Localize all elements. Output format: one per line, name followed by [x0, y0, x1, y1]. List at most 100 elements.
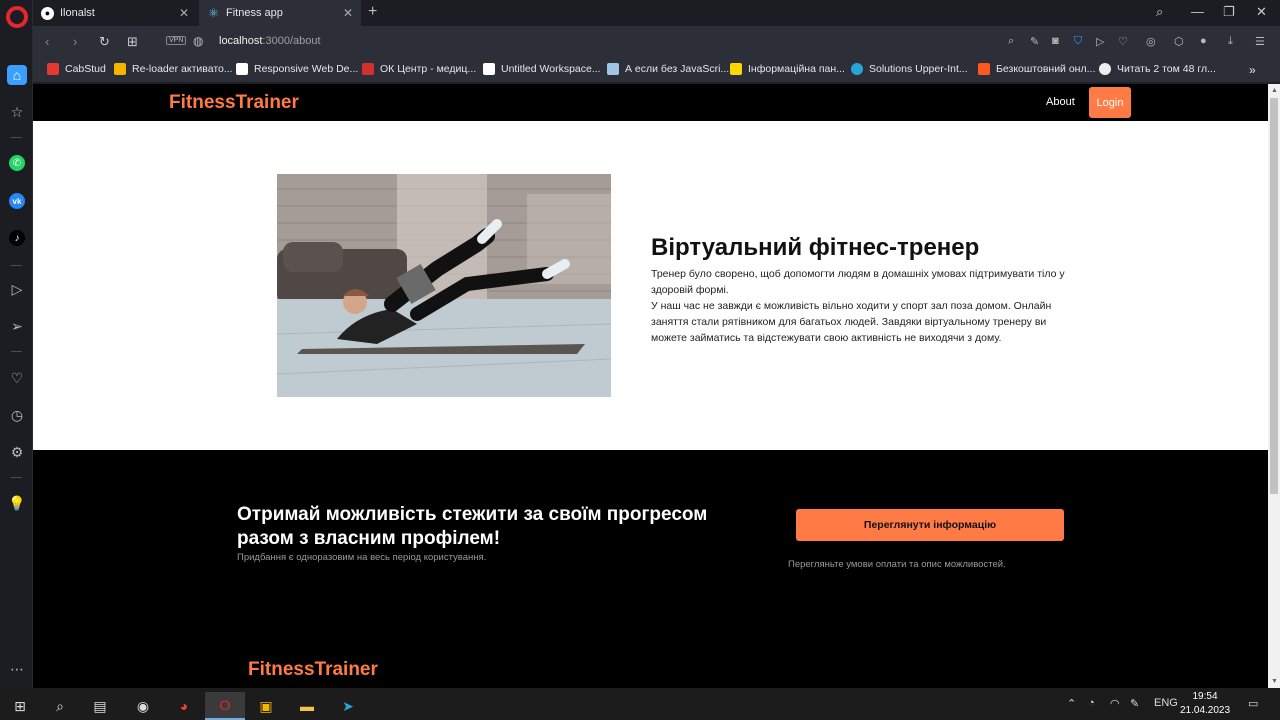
bookmark-item[interactable]: CabStud: [47, 63, 106, 75]
tray-wifi-icon[interactable]: ◠: [1110, 697, 1120, 710]
vpn-badge[interactable]: VPN: [166, 36, 187, 45]
telegram-icon[interactable]: ➤: [328, 692, 368, 720]
scroll-down-icon[interactable]: ▼: [1271, 678, 1278, 685]
bookmark-item[interactable]: А если без JavaScri...: [607, 63, 729, 75]
url-input[interactable]: localhost:3000/about: [219, 35, 321, 47]
bookmark-icon: [607, 63, 619, 75]
chrome-icon[interactable]: ◕: [164, 692, 204, 720]
profile-icon[interactable]: ●: [1200, 35, 1207, 47]
camera-icon[interactable]: ◙: [1052, 35, 1059, 47]
language-indicator[interactable]: ENG: [1154, 697, 1178, 709]
opera-icon[interactable]: O: [205, 692, 245, 720]
bookmark-item[interactable]: Solutions Upper-Int...: [851, 63, 968, 75]
tab-fitness-app[interactable]: ⚛ Fitness app ✕: [199, 0, 361, 26]
close-window-icon[interactable]: ✕: [1256, 4, 1267, 20]
windows-taskbar: ⊞ ⌕ ▤ ◉ ◕ O ▣ ▬ ➤ ⌃ ◔ ◠ ✎ ENG 19:54 21.0…: [0, 688, 1280, 720]
windows-start-icon[interactable]: ⊞: [0, 692, 40, 720]
bookmark-icon: [236, 63, 248, 75]
cta-note: Перегляньте умови оплати та опис можливо…: [788, 559, 1006, 570]
download-icon[interactable]: ⤓: [1228, 35, 1233, 48]
notifications-icon[interactable]: ▭: [1248, 697, 1258, 710]
view-info-button[interactable]: Переглянути інформацію: [796, 509, 1064, 541]
app-icon[interactable]: ◉: [123, 692, 163, 720]
bookmark-icon: [362, 63, 374, 75]
restore-icon[interactable]: ❐: [1223, 4, 1235, 20]
hero-title: Віртуальний фітнес-тренер: [651, 234, 980, 261]
send-icon[interactable]: ▷: [1096, 35, 1104, 48]
reload-icon[interactable]: ↻: [99, 34, 110, 50]
bookmark-label: Інформаційна пан...: [748, 63, 845, 75]
extension-icon[interactable]: ◎: [1146, 35, 1156, 48]
taskbar-clock[interactable]: 19:54 21.04.2023: [1180, 690, 1230, 718]
close-tab-icon[interactable]: ✕: [343, 6, 353, 20]
tab-github[interactable]: ● Ilonalst ✕: [33, 0, 197, 26]
search-icon[interactable]: ⌕: [1008, 35, 1014, 48]
cube-icon[interactable]: ⬡: [1174, 35, 1184, 48]
tiktok-icon[interactable]: ♪: [9, 230, 25, 246]
site-logo[interactable]: FitnessTrainer: [169, 92, 299, 114]
bookmark-item[interactable]: Безкоштовний онл...: [978, 63, 1095, 75]
vk-icon[interactable]: vk: [9, 193, 25, 209]
new-tab-icon[interactable]: +: [368, 3, 377, 21]
hero-image: [277, 174, 611, 397]
tray-pen-icon[interactable]: ✎: [1130, 697, 1139, 710]
bookmark-icon: [1099, 63, 1111, 75]
task-view-icon[interactable]: ▤: [80, 692, 120, 720]
scrollbar-thumb[interactable]: [1270, 98, 1278, 494]
browser-sidebar: ⌂ ☆ ✆ vk ♪ ▷ ➢ ♡ ◷ ⚙ 💡 ⋯: [0, 0, 33, 688]
forward-icon[interactable]: ›: [73, 34, 77, 49]
tabs-grid-icon[interactable]: ⊞: [127, 34, 138, 50]
bookmark-icon: [47, 63, 59, 75]
tab-label: Ilonalst: [60, 7, 95, 19]
footer-logo[interactable]: FitnessTrainer: [248, 659, 378, 681]
bookmark-label: ОК Центр - медиц...: [380, 63, 477, 75]
home-icon[interactable]: ⌂: [7, 65, 27, 85]
minimize-icon[interactable]: —: [1191, 4, 1204, 19]
cta-section: Отримай можливість стежити за своїм прог…: [33, 450, 1268, 688]
whatsapp-icon[interactable]: ✆: [9, 155, 25, 171]
url-path: :3000/about: [262, 35, 321, 47]
search-icon[interactable]: ⌕: [40, 692, 80, 720]
web-page: FitnessTrainer About Login Віртуальний ф…: [33, 84, 1268, 688]
page-scrollbar[interactable]: ▲ ▼: [1268, 84, 1280, 688]
player-icon[interactable]: ▷: [7, 279, 27, 299]
login-button[interactable]: Login: [1089, 87, 1131, 118]
more-bookmarks-icon[interactable]: »: [1249, 63, 1256, 77]
tray-network-icon[interactable]: ◔: [1088, 697, 1095, 709]
url-host: localhost: [219, 35, 263, 47]
opera-logo-icon[interactable]: [6, 6, 28, 28]
bookmark-item[interactable]: Читать 2 том 48 гл...: [1099, 63, 1216, 75]
star-icon[interactable]: ☆: [7, 102, 27, 122]
bookmark-item[interactable]: Responsive Web De...: [236, 63, 358, 75]
history-icon[interactable]: ◷: [7, 405, 27, 425]
bookmark-icon: [483, 63, 495, 75]
lightbulb-icon[interactable]: 💡: [7, 493, 27, 513]
webstorm-icon[interactable]: ▣: [246, 692, 286, 720]
tab-label: Fitness app: [226, 7, 283, 19]
edit-icon[interactable]: ✎: [1030, 35, 1039, 48]
search-tabs-icon[interactable]: ⌕: [1156, 4, 1163, 20]
nav-about-link[interactable]: About: [1046, 96, 1075, 108]
bookmark-item[interactable]: ОК Центр - медиц...: [362, 63, 476, 75]
bookmark-label: Solutions Upper-Int...: [869, 63, 968, 75]
more-icon[interactable]: ⋯: [7, 659, 27, 679]
close-tab-icon[interactable]: ✕: [179, 6, 189, 20]
bookmark-icon: [730, 63, 742, 75]
heart-icon[interactable]: ♡: [7, 368, 27, 388]
easy-setup-icon[interactable]: ☰: [1255, 35, 1265, 48]
bookmark-item[interactable]: Re-loader активато...: [114, 63, 233, 75]
site-navbar: FitnessTrainer About Login: [33, 84, 1268, 121]
file-explorer-icon[interactable]: ▬: [287, 692, 327, 720]
hero-paragraph: У наш час не завжди є можливість вільно …: [651, 300, 1052, 344]
bookmark-item[interactable]: Інформаційна пан...: [730, 63, 845, 75]
send-icon[interactable]: ➢: [7, 316, 27, 336]
settings-icon[interactable]: ⚙: [7, 442, 27, 462]
heart-icon[interactable]: ♡: [1118, 35, 1128, 48]
tray-chevron-icon[interactable]: ⌃: [1067, 697, 1076, 710]
bookmark-icon: [978, 63, 990, 75]
bookmark-item[interactable]: Untitled Workspace...: [483, 63, 601, 75]
clock-time: 19:54: [1192, 691, 1218, 702]
back-icon[interactable]: ‹: [45, 34, 49, 49]
scroll-up-icon[interactable]: ▲: [1271, 87, 1278, 94]
shield-icon[interactable]: ⛉: [1074, 35, 1082, 48]
